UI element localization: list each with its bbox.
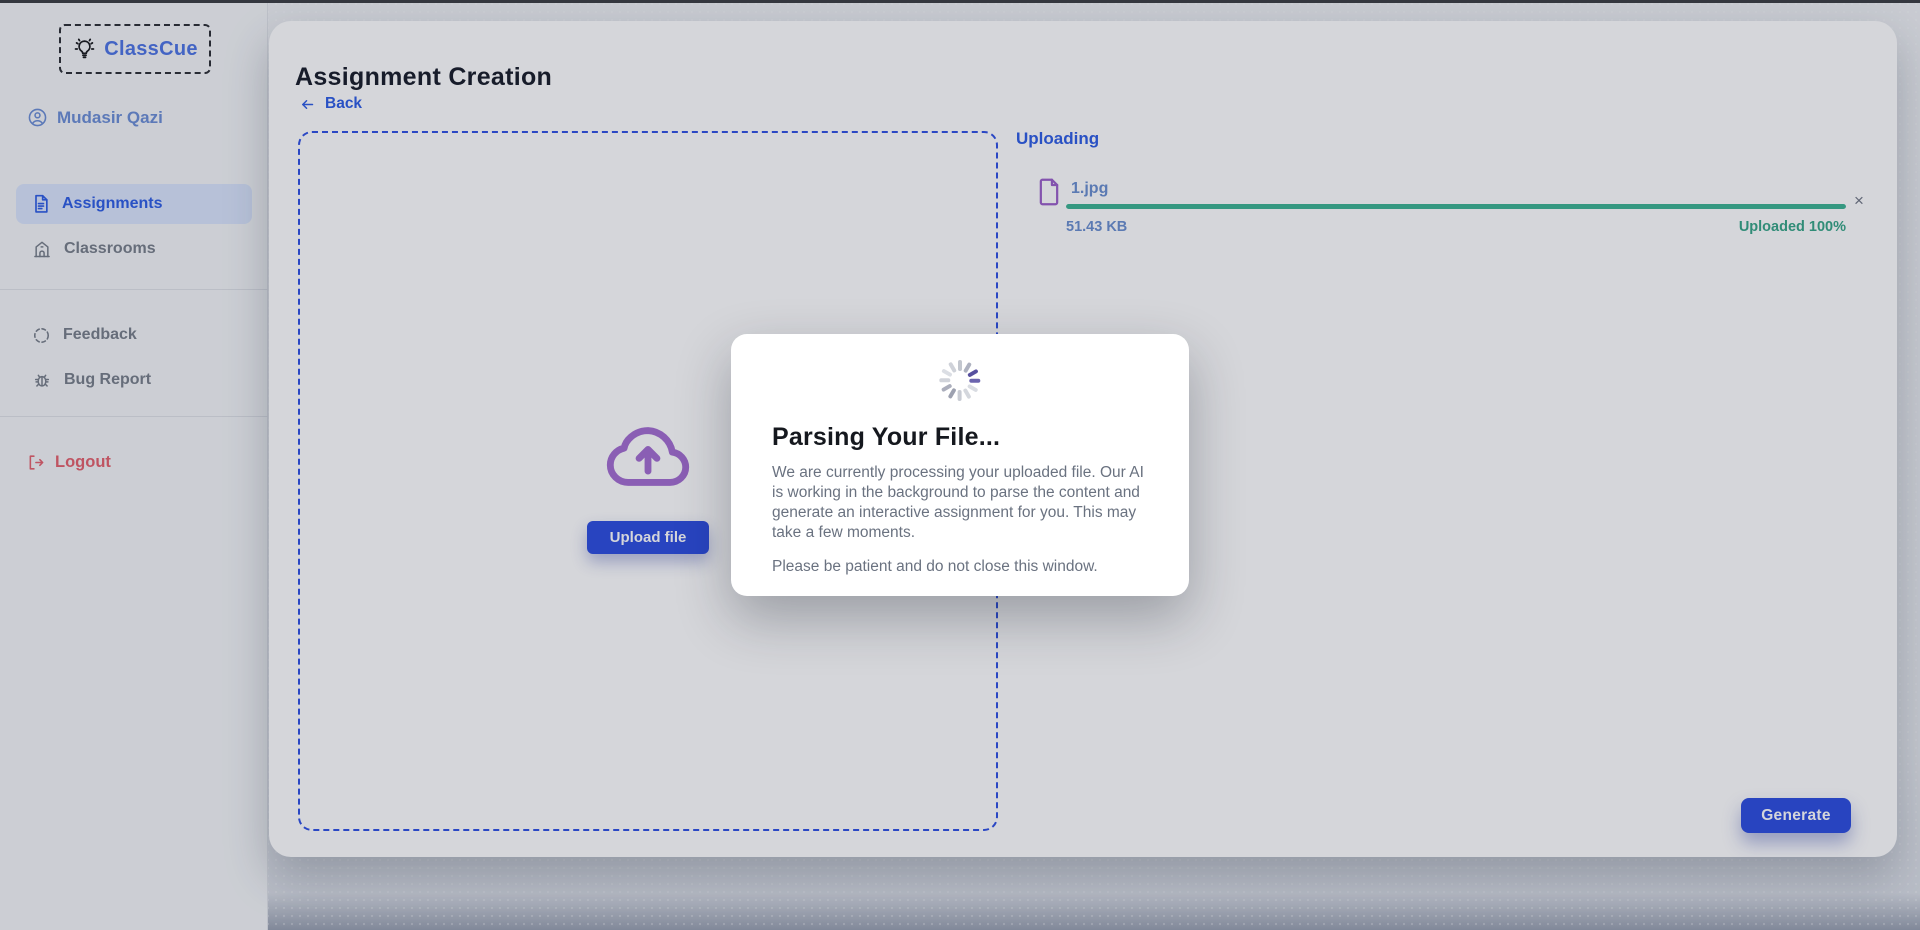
app-window: ClassCue Mudasir Qazi Assignments <box>0 0 1920 930</box>
modal-note-text: Please be patient and do not close this … <box>772 557 1148 577</box>
parsing-modal: Parsing Your File... We are currently pr… <box>731 334 1189 596</box>
modal-title: Parsing Your File... <box>772 423 1148 452</box>
modal-body-text: We are currently processing your uploade… <box>772 463 1148 544</box>
loading-spinner-icon <box>938 358 982 402</box>
